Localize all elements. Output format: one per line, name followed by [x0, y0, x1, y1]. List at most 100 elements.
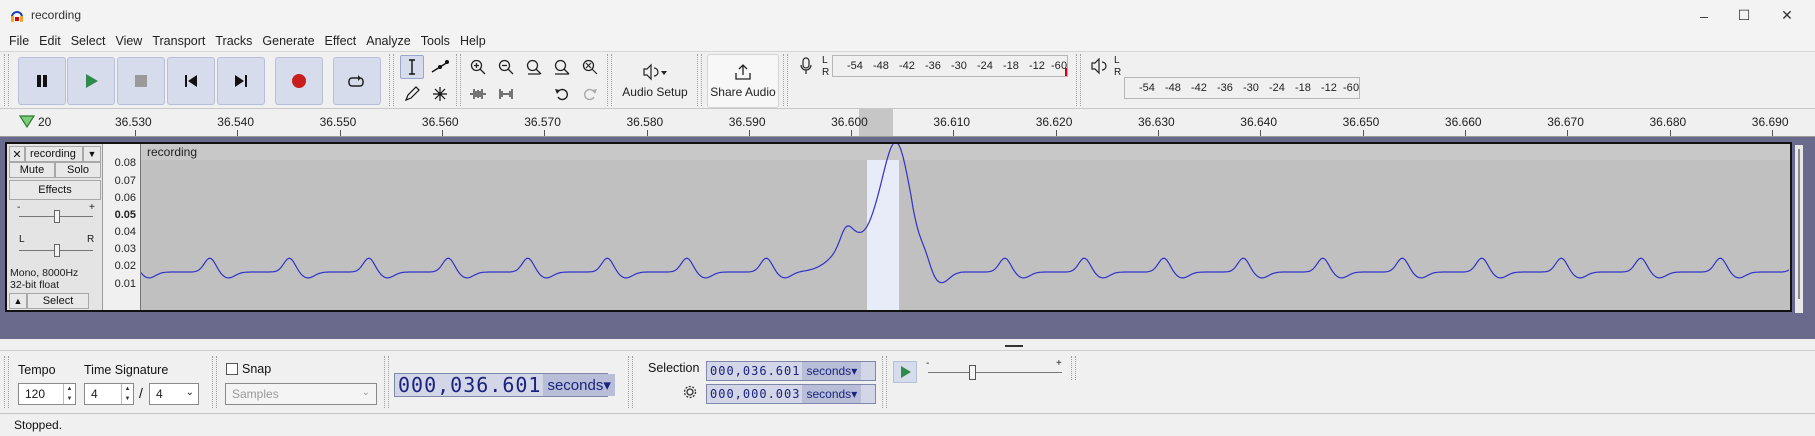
vertical-amplitude-scale[interactable]: 0.08 0.07 0.06 0.05 0.04 0.03 0.02 0.01 — [103, 144, 141, 310]
pause-button[interactable] — [18, 57, 66, 105]
fit-project-button[interactable] — [550, 55, 574, 79]
toolbar-grip[interactable] — [1076, 54, 1081, 106]
audio-position-unit-select[interactable]: seconds ▾ — [543, 374, 615, 396]
zoom-in-button[interactable] — [466, 55, 490, 79]
redo-button[interactable] — [578, 82, 602, 106]
effects-button[interactable]: Effects — [9, 180, 101, 200]
scrollbar-thumb[interactable] — [1798, 149, 1800, 299]
share-audio-button[interactable]: Share Audio — [707, 54, 779, 108]
audio-position-display[interactable]: 000,036.601 seconds ▾ — [394, 373, 615, 397]
playback-meter-button[interactable] — [1090, 57, 1110, 79]
toolbar-grip[interactable] — [1071, 356, 1076, 380]
undo-button[interactable] — [550, 82, 574, 106]
toolbar-grip[interactable] — [783, 54, 788, 106]
selection-length-unit-select[interactable]: seconds ▾ — [802, 385, 862, 403]
clip-header[interactable] — [141, 144, 1790, 160]
play-button[interactable] — [67, 57, 115, 105]
toolbar-grip[interactable] — [4, 54, 9, 106]
draw-tool-button[interactable] — [400, 82, 424, 106]
menu-select[interactable]: Select — [66, 34, 111, 48]
close-track-button[interactable]: ✕ — [9, 146, 25, 162]
scale-label: 0.03 — [114, 243, 136, 255]
vertical-scrollbar[interactable] — [1795, 145, 1803, 313]
zoom-out-button[interactable] — [494, 55, 518, 79]
menu-view[interactable]: View — [110, 34, 147, 48]
meter-tick: -48 — [1165, 82, 1181, 94]
selection-region[interactable] — [867, 160, 899, 310]
menu-effect[interactable]: Effect — [320, 34, 362, 48]
toolbar-grip[interactable] — [4, 356, 9, 408]
maximize-button[interactable]: ☐ — [1721, 0, 1767, 31]
menu-tools[interactable]: Tools — [416, 34, 455, 48]
toolbar-grip[interactable] — [697, 54, 702, 106]
loop-button[interactable] — [333, 57, 381, 105]
close-window-button[interactable]: ✕ — [1764, 0, 1810, 31]
meter-l-label: L — [1114, 55, 1120, 66]
ruler-tick — [1055, 130, 1057, 136]
menu-generate[interactable]: Generate — [257, 34, 319, 48]
selection-start-value: 000,036.601 — [710, 364, 801, 378]
toolbar-grip[interactable] — [628, 356, 633, 408]
toolbar-grip[interactable] — [384, 356, 389, 408]
envelope-tool-button[interactable] — [428, 55, 452, 79]
toolbar-grip[interactable] — [456, 54, 461, 106]
skip-to-end-button[interactable] — [217, 57, 265, 105]
record-meter-button[interactable] — [798, 56, 818, 80]
selection-start-unit-select[interactable]: seconds ▾ — [802, 362, 862, 380]
timeline-ruler[interactable]: 20 36.530 36.540 36.550 36.560 36.570 36.580 3… — [0, 109, 1815, 137]
toolbar-grip[interactable] — [882, 356, 887, 408]
menu-analyze[interactable]: Analyze — [361, 34, 415, 48]
zoom-toggle-button[interactable] — [578, 55, 602, 79]
menu-transport[interactable]: Transport — [147, 34, 210, 48]
envelope-icon — [431, 60, 449, 73]
record-meter[interactable]: -54 -48 -42 -36 -30 -24 -18 -12 -6 0 — [832, 55, 1068, 77]
fit-selection-button[interactable] — [522, 55, 546, 79]
toolbar-grip[interactable] — [607, 54, 612, 106]
multi-tool-button[interactable] — [428, 82, 452, 106]
menu-bar: File Edit Select View Transport Tracks G… — [0, 31, 1815, 51]
audio-setup-button[interactable]: Audio Setup — [617, 54, 693, 108]
stop-button[interactable] — [117, 57, 165, 105]
toolbar-grip[interactable] — [389, 54, 394, 106]
record-button[interactable] — [275, 57, 323, 105]
menu-edit[interactable]: Edit — [34, 34, 66, 48]
audio-track[interactable]: ✕ recording ▼ Mute Solo Effects - + L R … — [5, 142, 1792, 312]
menu-tracks[interactable]: Tracks — [210, 34, 257, 48]
waveform-view[interactable]: recording — [141, 144, 1790, 310]
meter-tick: -24 — [977, 60, 993, 72]
tempo-spinner[interactable]: ▲ ▼ — [63, 384, 75, 404]
track-menu-button[interactable]: ▼ — [83, 146, 101, 162]
pan-slider[interactable] — [54, 244, 60, 257]
mute-button[interactable]: Mute — [9, 162, 55, 178]
play-at-speed-button[interactable] — [893, 361, 917, 383]
silence-audio-button[interactable] — [494, 82, 518, 106]
collapse-track-button[interactable]: ▲ — [9, 293, 27, 309]
snap-checkbox[interactable] — [226, 363, 238, 375]
time-sig-denominator-select[interactable]: 4 ⌄ — [149, 383, 199, 405]
time-sig-numerator-input[interactable]: 4 ▲ ▼ — [84, 383, 134, 405]
menu-file[interactable]: File — [4, 34, 34, 48]
ruler-label: 36.540 — [217, 115, 254, 129]
gain-slider[interactable] — [54, 210, 60, 223]
skip-to-start-button[interactable] — [167, 57, 215, 105]
numerator-spinner[interactable]: ▲ ▼ — [121, 384, 133, 404]
track-name-button[interactable]: recording — [25, 146, 83, 162]
resize-handle[interactable] — [1005, 345, 1023, 347]
trim-audio-button[interactable] — [466, 82, 490, 106]
toolbar-grip[interactable] — [212, 356, 217, 408]
play-speed-slider[interactable] — [969, 365, 976, 380]
solo-button[interactable]: Solo — [55, 162, 101, 178]
gear-icon[interactable] — [683, 385, 697, 399]
selection-start-display[interactable]: 000,036.601 seconds ▾ — [706, 361, 876, 381]
snap-unit-select[interactable]: Samples ⌄ — [225, 383, 377, 405]
tempo-input[interactable]: 120 ▲ ▼ — [18, 383, 76, 405]
select-track-button[interactable]: Select — [27, 293, 89, 309]
menu-help[interactable]: Help — [455, 34, 491, 48]
selection-tool-button[interactable] — [400, 55, 424, 79]
audio-position-unit: seconds — [547, 376, 604, 394]
record-icon — [292, 74, 306, 88]
timeline-play-head-icon[interactable] — [18, 113, 36, 129]
selection-length-display[interactable]: 000,000.003 seconds ▾ — [706, 384, 876, 404]
tempo-value: 120 — [25, 387, 46, 401]
playback-meter[interactable]: -54 -48 -42 -36 -30 -24 -18 -12 -6 0 — [1124, 77, 1360, 99]
